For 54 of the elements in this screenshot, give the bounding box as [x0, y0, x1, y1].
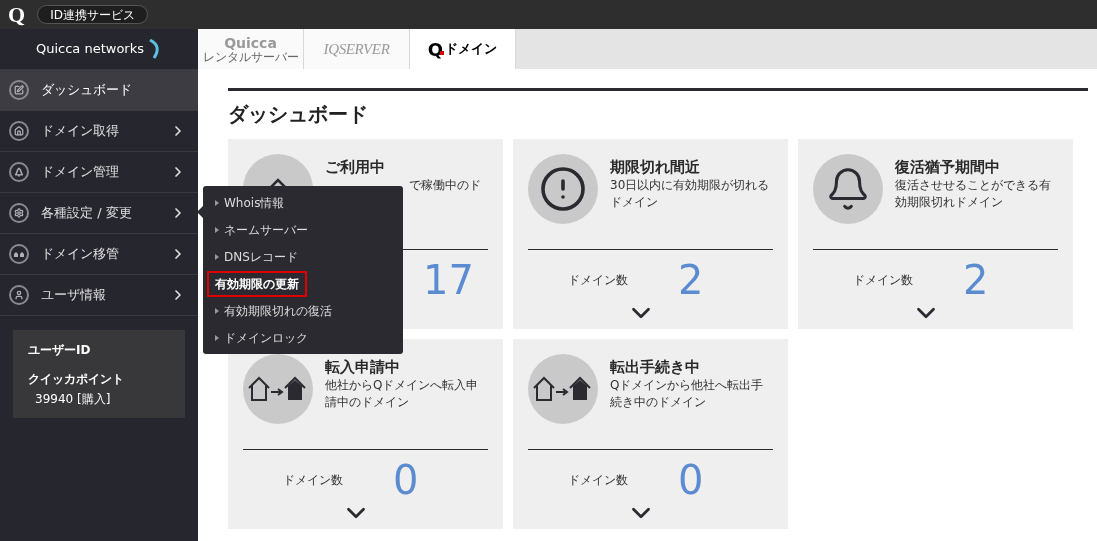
domain-count: 17	[422, 260, 474, 300]
sidebar-item[interactable]: ドメイン管理	[0, 152, 198, 193]
edit-icon	[9, 80, 29, 100]
gear-icon	[9, 203, 29, 223]
brand-name: Quicca networks	[35, 40, 144, 59]
domain-count: 0	[393, 460, 419, 500]
house-icon	[9, 121, 29, 141]
submenu-item[interactable]: ドメインロック	[224, 328, 308, 347]
triangle-icon	[215, 307, 219, 314]
card-description: 復活させせることができる有効期限切れドメイン	[895, 177, 1052, 211]
submenu-item[interactable]: 有効期限切れの復活	[224, 301, 332, 320]
domain-count: 2	[963, 260, 989, 300]
card-title: 期限切れ間近	[610, 157, 701, 177]
count-label: ドメイン数	[853, 273, 913, 287]
card-description: で稼働中のド	[408, 177, 481, 194]
card-title: 転入申請中	[325, 357, 401, 377]
count-label: ドメイン数	[283, 473, 343, 487]
domain-count: 0	[678, 460, 704, 500]
logo-tab[interactable]: Quicca レンタルサーバー	[198, 29, 304, 69]
triangle-icon	[215, 226, 219, 233]
sidebar-item[interactable]: ドメイン取得	[0, 111, 198, 152]
arc-icon	[148, 38, 162, 60]
sidebar-item[interactable]: ユーザ情報	[0, 275, 198, 316]
card-description: 30日以内に有効期限が切れるドメイン	[610, 177, 771, 211]
sidebar-item[interactable]: ドメイン移管	[0, 234, 198, 275]
submenu-item[interactable]: 有効期限の更新	[207, 270, 307, 297]
page-title: ダッシュボード	[228, 101, 369, 128]
triangle-icon	[215, 253, 219, 260]
triangle-icon	[215, 334, 219, 341]
submenu-item[interactable]: ネームサーバー	[224, 220, 308, 239]
submenu-item[interactable]: Whois情報	[224, 193, 285, 212]
count-label: ドメイン数	[568, 473, 628, 487]
user-icon	[9, 285, 29, 305]
card-title: 復活猶予期間中	[895, 157, 1001, 177]
card-description: 他社からQドメインへ転入申請中のドメイン	[325, 377, 480, 411]
card-description: Qドメインから他社へ転出手続き中のドメイン	[610, 377, 765, 411]
count-label: ドメイン数	[568, 273, 628, 287]
triangle-icon	[215, 199, 219, 206]
exclamation-icon	[539, 165, 587, 213]
logo-tab[interactable]: Q ドメイン	[410, 29, 516, 69]
domain-count: 2	[678, 260, 704, 300]
submenu-item[interactable]: DNSレコード	[224, 247, 298, 266]
points-value: 39940 [購入]	[34, 391, 112, 408]
houses-icon	[9, 244, 29, 264]
sidebar-item[interactable]: ダッシュボード	[0, 70, 198, 111]
points-label: クイッカポイント	[28, 371, 125, 388]
sidebar-item[interactable]: 各種設定 / 変更	[0, 193, 198, 234]
user-id-label: ユーザーID	[28, 342, 92, 359]
card-title: ご利用中	[325, 157, 386, 177]
logo: Q	[8, 3, 26, 26]
tree-icon	[9, 162, 29, 182]
card-title: 転出手続き中	[610, 357, 701, 377]
accent-mark-icon	[440, 51, 445, 55]
service-button[interactable]: ID連携サービス	[37, 5, 148, 24]
